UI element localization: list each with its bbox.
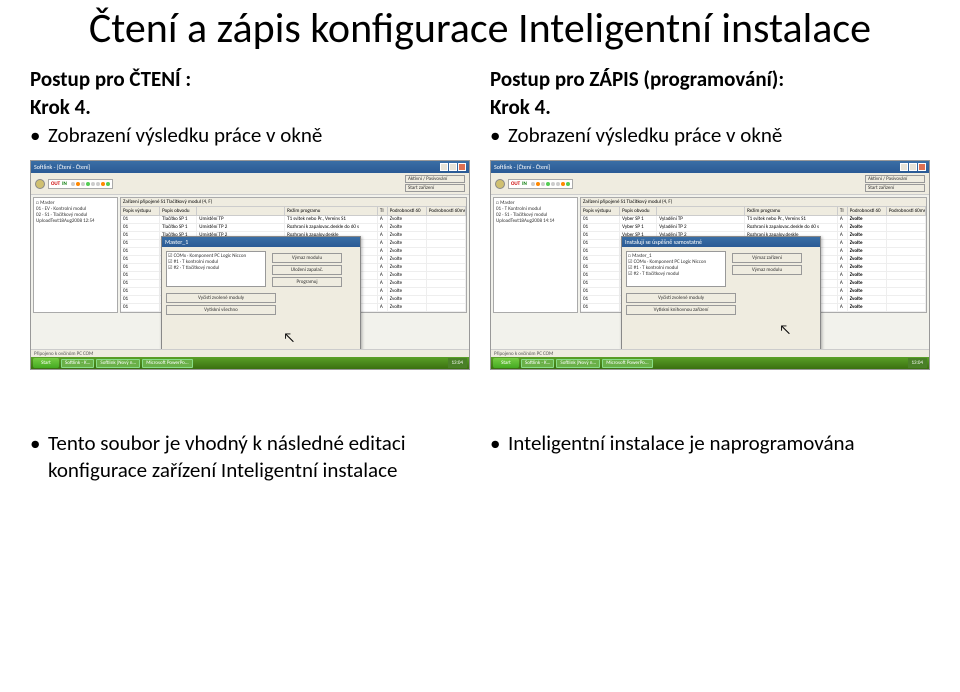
right-bullet-text: Zobrazení výsledku práce v okně (508, 122, 782, 148)
app-icon (35, 179, 45, 189)
toolbar-btn-start[interactable]: Start zařízení (865, 184, 925, 192)
footer-right: • Inteligentní instalace je naprogramová… (490, 430, 930, 483)
bullet-icon: • (490, 122, 508, 148)
dialog-btn-program[interactable]: Programuj (272, 277, 342, 287)
dialog-btn-print-all[interactable]: Vytiskni všechno (166, 305, 276, 315)
taskbar-item[interactable]: Softlink [Nový n... (96, 359, 140, 368)
footer-right-text: Inteligentní instalace je naprogramována (508, 430, 855, 456)
taskbar-item[interactable]: Microsoft PowerPo... (602, 359, 652, 368)
dialog-module-list[interactable]: □ Master_1 ☑ COMx · Komponent PC Logic N… (626, 251, 726, 287)
cursor-icon: ↖ (283, 329, 295, 346)
dialog-btn-print-library[interactable]: Vytiskni knihovnou zařízení (626, 305, 736, 315)
bullet-icon: • (30, 430, 48, 483)
minimize-button[interactable] (900, 163, 908, 171)
screenshot-right: Softlink - [Čtení - Čtení] OUT IN Aktivn… (490, 160, 930, 370)
toolbar: OUT IN Aktivní / Pasivování Start zaříze… (491, 173, 929, 195)
table-caption: Zařízení připojené S1 Tlačítkový modul (… (581, 198, 926, 207)
dialog-btn-vymaz-device[interactable]: Výmaz zařízení (732, 253, 802, 263)
dialog-btn-read-selected[interactable]: Vyčisti zvolené moduly (626, 293, 736, 303)
status-bar: Připojeno k ovčínům PC COM (491, 349, 929, 357)
window-title: Softlink - [Čtení - Čtení] (34, 163, 90, 171)
window-title: Softlink - [Čtení - Čtení] (494, 163, 550, 171)
footer-left: • Tento soubor je vhodný k následné edit… (30, 430, 470, 483)
start-button[interactable]: Start (493, 358, 519, 368)
toolbar-btn-active[interactable]: Aktivní / Pasivování (865, 175, 925, 183)
dialog-title: Master_1 (162, 237, 360, 247)
taskbar-item[interactable]: Microsoft PowerPo... (142, 359, 192, 368)
dialog-btn-vymaz[interactable]: Výmaz modulu (272, 253, 342, 263)
close-button[interactable] (458, 163, 466, 171)
table-row[interactable]: 01Vyber SP 1Vyladění TP 2Rozhraní k zapa… (581, 224, 926, 232)
taskbar-item[interactable]: Softlink - K... (61, 359, 94, 368)
cursor-icon: ↖ (779, 321, 791, 338)
window-titlebar: Softlink - [Čtení - Čtení] (31, 161, 469, 173)
bullet-icon: • (490, 430, 508, 456)
maximize-button[interactable] (449, 163, 457, 171)
tree-pane[interactable]: □ Master 01 · T Kontrolní modul 02 · S1 … (493, 197, 578, 313)
io-indicator: OUT IN (48, 179, 113, 189)
left-bullet-text: Zobrazení výsledku práce v okně (48, 122, 322, 148)
dialog-btn-vymaz-module[interactable]: Výmaz modulu (732, 265, 802, 275)
dialog-title: Instalují se úspěšně samostatné (622, 237, 820, 247)
taskbar-item[interactable]: Softlink [Nový n... (556, 359, 600, 368)
screenshot-left: Softlink - [Čtení - Čtení] OUT IN Aktivn… (30, 160, 470, 370)
dialog-module-list[interactable]: ☑ COMx · Komponent PC Logic Niccon ☑ #1 … (166, 251, 266, 287)
right-heading: Postup pro ZÁPIS (programování): (490, 66, 930, 92)
left-step: Krok 4. (30, 94, 470, 120)
minimize-button[interactable] (440, 163, 448, 171)
left-column: Postup pro ČTENÍ : Krok 4. • Zobrazení v… (30, 66, 470, 148)
close-button[interactable] (918, 163, 926, 171)
slide-title: Čtení a zápis konfigurace Inteligentní i… (0, 0, 960, 52)
toolbar: OUT IN Aktivní / Pasivování Start zaříze… (31, 173, 469, 195)
table-row[interactable]: 01Vyber SP 1Vyladění TPT1 svitek nebo Pr… (581, 216, 926, 224)
footer-columns: • Tento soubor je vhodný k následné edit… (0, 370, 960, 483)
system-tray[interactable]: 13:04 (448, 358, 467, 368)
taskbar: Start Softlink - K... Softlink [Nový n..… (491, 357, 929, 369)
table-row[interactable]: 01Tlačítko SP 1Umístění TPT1 svitek nebo… (121, 216, 466, 224)
table-row[interactable]: 01Tlačítko SP 1Umístění TP 2Rozhraní k z… (121, 224, 466, 232)
table-header: Popis výstupu Popis obvodu Režim program… (581, 207, 926, 216)
dialog-btn-ulozeni[interactable]: Uložení zapalač. (272, 265, 342, 275)
table-header: Popis výstupu Popis obvodu Režim program… (121, 207, 466, 216)
window-titlebar: Softlink - [Čtení - Čtení] (491, 161, 929, 173)
app-icon (495, 179, 505, 189)
table-caption: Zařízení připojené S1 Tlačítkový modul (… (121, 198, 466, 207)
start-button[interactable]: Start (33, 358, 59, 368)
screenshots-row: Softlink - [Čtení - Čtení] OUT IN Aktivn… (0, 148, 960, 370)
footer-left-text: Tento soubor je vhodný k následné editac… (48, 430, 470, 483)
taskbar-item[interactable]: Softlink - K... (521, 359, 554, 368)
taskbar: Start Softlink - K... Softlink [Nový n..… (31, 357, 469, 369)
dialog-master: Master_1 ☑ COMx · Komponent PC Logic Nic… (161, 236, 361, 351)
right-bullet-row: • Zobrazení výsledku práce v okně (490, 122, 930, 148)
toolbar-btn-start[interactable]: Start zařízení (405, 184, 465, 192)
bullet-icon: • (30, 122, 48, 148)
io-indicator: OUT IN (508, 179, 573, 189)
left-bullet-row: • Zobrazení výsledku práce v okně (30, 122, 470, 148)
status-bar: Připojeno k ovčínům PC COM (31, 349, 469, 357)
toolbar-btn-active[interactable]: Aktivní / Pasivování (405, 175, 465, 183)
top-columns: Postup pro ČTENÍ : Krok 4. • Zobrazení v… (0, 52, 960, 148)
right-step: Krok 4. (490, 94, 930, 120)
right-column: Postup pro ZÁPIS (programování): Krok 4.… (490, 66, 930, 148)
left-heading: Postup pro ČTENÍ : (30, 66, 470, 92)
system-tray[interactable]: 13:04 (908, 358, 927, 368)
maximize-button[interactable] (909, 163, 917, 171)
tree-pane[interactable]: □ Master 01 · EV · Kontrolní modul 02 · … (33, 197, 118, 313)
dialog-btn-read-selected[interactable]: Vyčisti zvolené moduly (166, 293, 276, 303)
